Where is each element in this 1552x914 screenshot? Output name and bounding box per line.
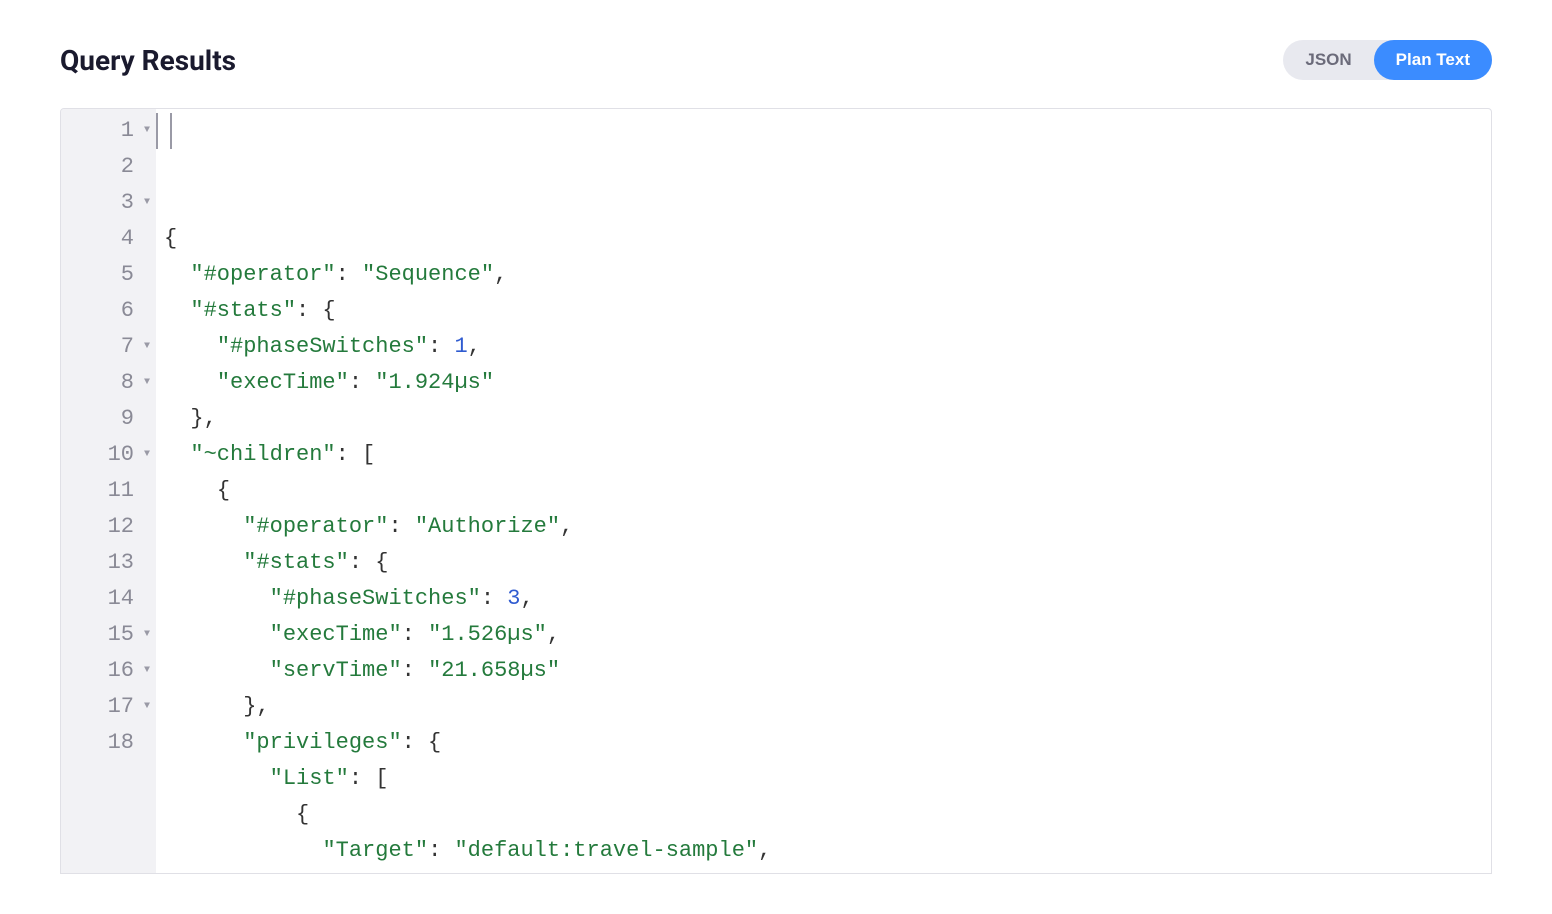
- active-line-marker: [156, 113, 172, 149]
- gutter-line: 10▼: [71, 437, 150, 473]
- code-line[interactable]: "#stats": {: [164, 293, 1483, 329]
- gutter-line: 15▼: [71, 617, 150, 653]
- line-number: 6: [121, 293, 134, 329]
- line-number: 10: [108, 437, 134, 473]
- line-number: 12: [108, 509, 134, 545]
- line-number: 7: [121, 329, 134, 365]
- gutter-line: 18: [71, 725, 150, 761]
- results-title: Query Results: [60, 44, 236, 77]
- fold-toggle-icon[interactable]: ▼: [138, 329, 150, 365]
- code-line[interactable]: "execTime": "1.526µs",: [164, 617, 1483, 653]
- gutter-line: 17▼: [71, 689, 150, 725]
- code-line[interactable]: },: [164, 689, 1483, 725]
- code-line[interactable]: "#operator": "Sequence",: [164, 257, 1483, 293]
- fold-toggle-icon[interactable]: ▼: [138, 185, 150, 221]
- code-line[interactable]: "#phaseSwitches": 3,: [164, 581, 1483, 617]
- line-number: 1: [121, 113, 134, 149]
- line-number: 13: [108, 545, 134, 581]
- gutter-line: 1▼: [71, 113, 150, 149]
- line-gutter: 1▼23▼4567▼8▼910▼1112131415▼16▼17▼18: [61, 109, 156, 873]
- tab-json[interactable]: JSON: [1283, 40, 1373, 80]
- code-line[interactable]: "servTime": "21.658µs": [164, 653, 1483, 689]
- line-number: 3: [121, 185, 134, 221]
- gutter-line: 4: [71, 221, 150, 257]
- gutter-line: 6: [71, 293, 150, 329]
- line-number: 14: [108, 581, 134, 617]
- code-line[interactable]: "~children": [: [164, 437, 1483, 473]
- fold-toggle-icon[interactable]: ▼: [138, 113, 150, 149]
- line-number: 17: [108, 689, 134, 725]
- code-line[interactable]: },: [164, 401, 1483, 437]
- code-line[interactable]: "Target": "default:travel-sample",: [164, 833, 1483, 869]
- gutter-line: 14: [71, 581, 150, 617]
- fold-toggle-icon[interactable]: ▼: [138, 617, 150, 653]
- code-line[interactable]: "#operator": "Authorize",: [164, 509, 1483, 545]
- code-line[interactable]: "execTime": "1.924µs": [164, 365, 1483, 401]
- code-line[interactable]: "#stats": {: [164, 545, 1483, 581]
- gutter-line: 5: [71, 257, 150, 293]
- fold-toggle-icon[interactable]: ▼: [138, 437, 150, 473]
- code-editor[interactable]: 1▼23▼4567▼8▼910▼1112131415▼16▼17▼18 { "#…: [60, 108, 1492, 874]
- line-number: 11: [108, 473, 134, 509]
- fold-toggle-icon[interactable]: ▼: [138, 365, 150, 401]
- code-line[interactable]: {: [164, 797, 1483, 833]
- gutter-line: 13: [71, 545, 150, 581]
- line-number: 8: [121, 365, 134, 401]
- code-line[interactable]: {: [164, 473, 1483, 509]
- line-number: 18: [108, 725, 134, 761]
- code-line[interactable]: "privileges": {: [164, 725, 1483, 761]
- line-number: 5: [121, 257, 134, 293]
- code-content[interactable]: { "#operator": "Sequence", "#stats": { "…: [156, 109, 1491, 873]
- gutter-line: 3▼: [71, 185, 150, 221]
- line-number: 4: [121, 221, 134, 257]
- gutter-line: 9: [71, 401, 150, 437]
- line-number: 2: [121, 149, 134, 185]
- line-number: 9: [121, 401, 134, 437]
- gutter-line: 12: [71, 509, 150, 545]
- gutter-line: 11: [71, 473, 150, 509]
- tab-plan-text[interactable]: Plan Text: [1374, 40, 1492, 80]
- results-header: Query Results JSON Plan Text: [60, 40, 1492, 80]
- view-tabs: JSON Plan Text: [1283, 40, 1492, 80]
- code-line[interactable]: "#phaseSwitches": 1,: [164, 329, 1483, 365]
- gutter-line: 8▼: [71, 365, 150, 401]
- gutter-line: 7▼: [71, 329, 150, 365]
- code-line[interactable]: {: [164, 221, 1483, 257]
- line-number: 15: [108, 617, 134, 653]
- fold-toggle-icon[interactable]: ▼: [138, 689, 150, 725]
- gutter-line: 16▼: [71, 653, 150, 689]
- gutter-line: 2: [71, 149, 150, 185]
- fold-toggle-icon[interactable]: ▼: [138, 653, 150, 689]
- line-number: 16: [108, 653, 134, 689]
- code-line[interactable]: "List": [: [164, 761, 1483, 797]
